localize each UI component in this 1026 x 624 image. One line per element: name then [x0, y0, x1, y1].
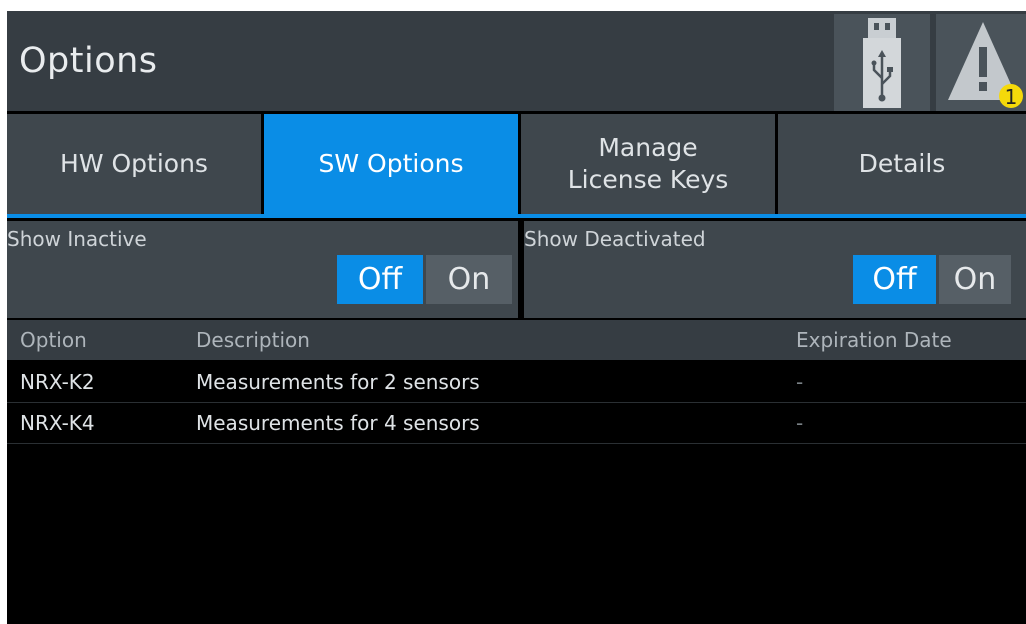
- table-row[interactable]: NRX-K2 Measurements for 2 sensors -: [7, 362, 1026, 403]
- title-bar: Options 1: [7, 11, 1026, 111]
- warning-count-badge: 1: [999, 84, 1023, 109]
- tab-details[interactable]: Details: [778, 114, 1026, 214]
- show-deactivated-off-option[interactable]: Off: [853, 255, 936, 304]
- show-inactive-on-option[interactable]: On: [426, 255, 512, 304]
- options-screen: Options 1 HW Options SW Options Manage L…: [7, 11, 1026, 624]
- tab-hw-options[interactable]: HW Options: [7, 114, 261, 214]
- option-cell: NRX-K2: [20, 370, 95, 394]
- description-cell: Measurements for 4 sensors: [196, 411, 480, 435]
- show-inactive-label: Show Inactive: [7, 227, 147, 251]
- table-header: Option Description Expiration Date: [7, 320, 1026, 360]
- tab-bar: HW Options SW Options Manage License Key…: [7, 114, 1026, 214]
- show-inactive-toggle[interactable]: Off On: [337, 255, 512, 304]
- expiration-cell: -: [796, 411, 804, 435]
- description-cell: Measurements for 2 sensors: [196, 370, 480, 394]
- warning-icon: 1: [948, 22, 1023, 109]
- usb-button[interactable]: [834, 14, 930, 111]
- expiration-cell: -: [796, 370, 804, 394]
- warning-button[interactable]: 1: [936, 14, 1026, 111]
- show-inactive-panel: Show Inactive Off On: [7, 221, 518, 318]
- show-inactive-off-option[interactable]: Off: [337, 255, 423, 304]
- tab-manage-license-keys[interactable]: Manage License Keys: [521, 114, 775, 214]
- show-deactivated-toggle[interactable]: Off On: [853, 255, 1011, 304]
- tab-sw-options[interactable]: SW Options: [264, 114, 518, 214]
- column-header-expiration-date[interactable]: Expiration Date: [796, 320, 952, 360]
- show-deactivated-on-option[interactable]: On: [939, 255, 1011, 304]
- show-deactivated-label: Show Deactivated: [524, 227, 706, 251]
- option-cell: NRX-K4: [20, 411, 95, 435]
- page-title: Options: [19, 41, 158, 81]
- tab-underline: [7, 214, 1026, 218]
- show-deactivated-panel: Show Deactivated Off On: [524, 221, 1026, 318]
- column-header-option[interactable]: Option: [20, 320, 87, 360]
- svg-text:1: 1: [1005, 85, 1018, 109]
- table-row[interactable]: NRX-K4 Measurements for 4 sensors -: [7, 403, 1026, 444]
- usb-icon: [863, 18, 901, 108]
- column-header-description[interactable]: Description: [196, 320, 310, 360]
